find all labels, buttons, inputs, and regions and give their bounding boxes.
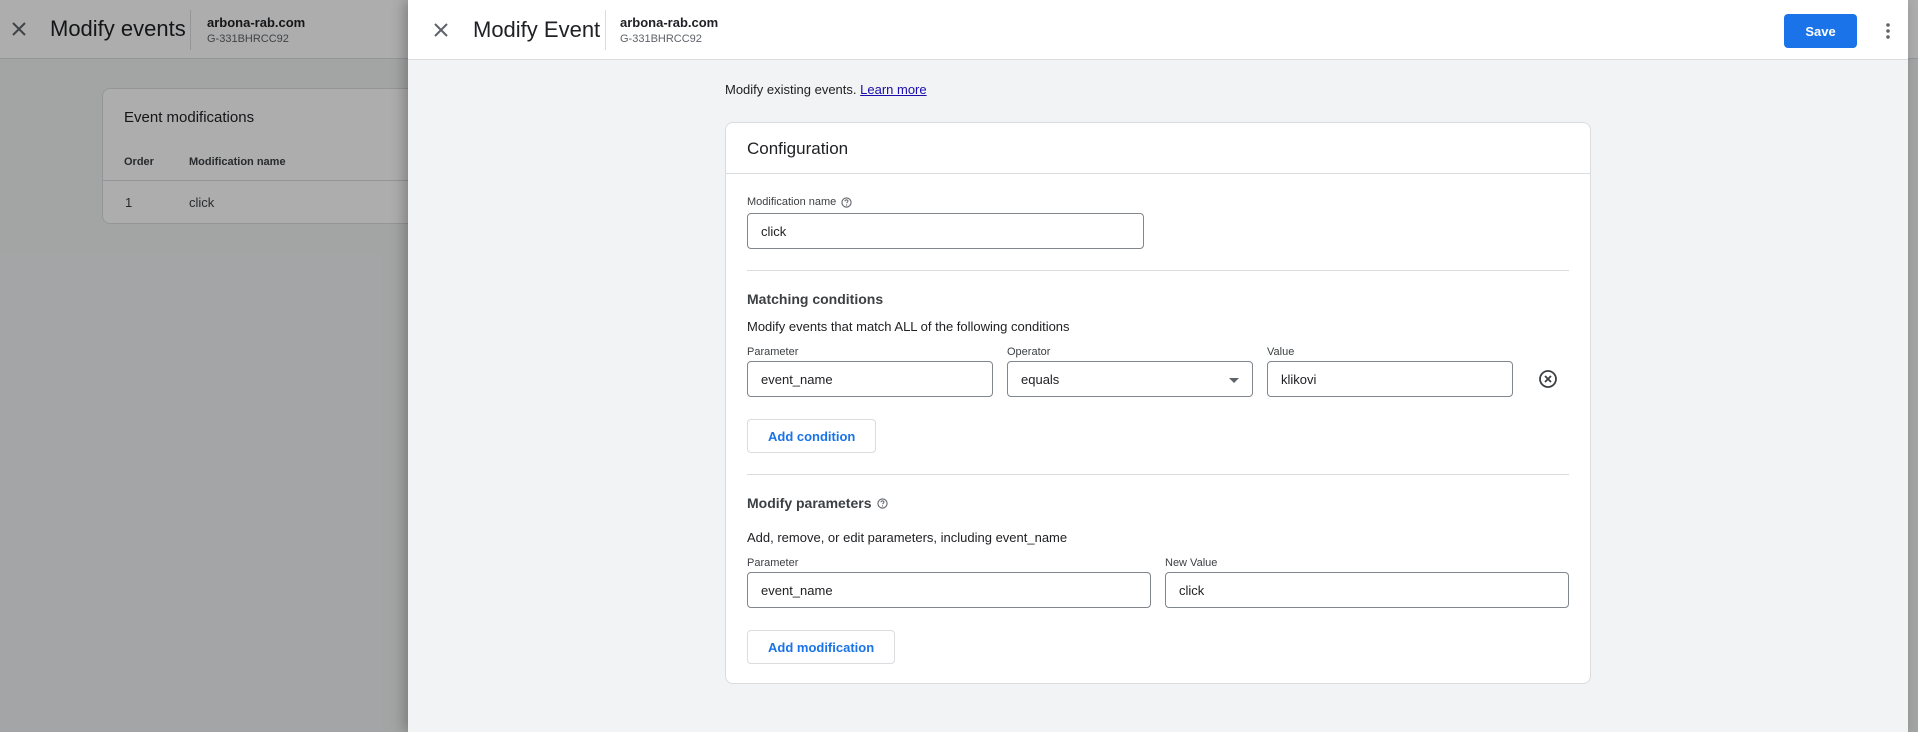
modification-name-input[interactable] — [747, 213, 1144, 249]
help-icon[interactable] — [877, 497, 889, 509]
more-vert-icon[interactable] — [1874, 17, 1902, 45]
new-value-input[interactable] — [1165, 572, 1569, 608]
arrow-drop-down-icon — [1229, 372, 1239, 387]
condition-operator-label: Operator — [1007, 346, 1051, 358]
section-divider — [747, 270, 1569, 271]
matching-conditions-subtitle: Modify events that match ALL of the foll… — [747, 319, 1070, 334]
configuration-title: Configuration — [726, 123, 1590, 174]
configuration-card: Configuration Modification name Matching… — [725, 122, 1591, 684]
modification-name-label-text: Modification name — [747, 196, 837, 208]
property-info: arbona-rab.com G-331BHRCC92 — [620, 15, 718, 45]
condition-operator-select[interactable]: equals — [1007, 361, 1253, 397]
add-modification-button[interactable]: Add modification — [747, 630, 896, 664]
drawer-title: Modify Event — [473, 17, 601, 42]
property-name: arbona-rab.com — [620, 15, 719, 30]
condition-value-label: Value — [1267, 346, 1295, 358]
modify-parameters-title-text: Modify parameters — [747, 495, 872, 511]
modify-parameter-input[interactable] — [747, 572, 1151, 608]
modify-parameter-label: Parameter — [747, 557, 799, 569]
save-button[interactable]: Save — [1784, 14, 1857, 48]
intro-text: Modify existing events. Learn more — [725, 82, 927, 97]
help-icon[interactable] — [841, 196, 852, 208]
modify-event-drawer: Modify Event arbona-rab.com G-331BHRCC92… — [408, 0, 1908, 732]
intro-description: Modify existing events. — [725, 82, 857, 97]
close-icon[interactable] — [430, 19, 452, 41]
condition-parameter-input[interactable] — [747, 361, 993, 397]
condition-parameter-label: Parameter — [747, 346, 799, 358]
modify-parameters-subtitle: Add, remove, or edit parameters, includi… — [747, 530, 1068, 545]
drawer-header: Modify Event arbona-rab.com G-331BHRCC92… — [408, 0, 1908, 60]
matching-conditions-title: Matching conditions — [747, 291, 884, 307]
property-id: G-331BHRCC92 — [620, 33, 702, 45]
add-condition-button[interactable]: Add condition — [747, 419, 877, 453]
condition-operator-value: equals — [1021, 371, 1060, 387]
learn-more-link[interactable]: Learn more — [860, 82, 926, 97]
condition-value-input[interactable] — [1267, 361, 1513, 397]
modification-name-label: Modification name — [747, 196, 852, 208]
modify-parameters-title: Modify parameters — [747, 495, 889, 511]
section-divider — [747, 474, 1569, 475]
remove-condition-icon[interactable] — [1536, 367, 1560, 391]
header-divider — [605, 10, 606, 50]
new-value-label: New Value — [1165, 557, 1218, 569]
